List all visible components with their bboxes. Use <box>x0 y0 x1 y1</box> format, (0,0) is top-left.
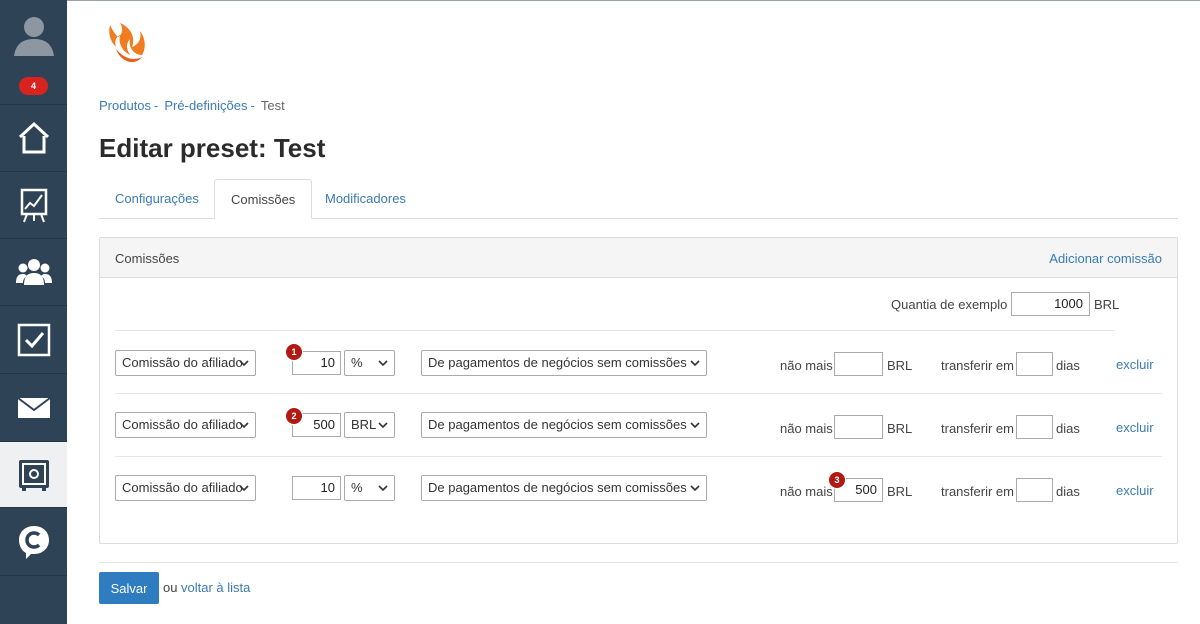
example-currency: BRL <box>1094 297 1120 312</box>
transfer-label: transferir em <box>941 484 1014 499</box>
commission-type-select[interactable]: Comissão do afiliado <box>115 350 256 376</box>
days-label: dias <box>1056 421 1080 436</box>
save-button[interactable]: Salvar <box>99 572 159 604</box>
annotation-marker: 1 <box>286 344 302 360</box>
transfer-days-input[interactable] <box>1016 415 1053 439</box>
divider <box>115 456 1162 457</box>
tab-configuracoes[interactable]: Configurações <box>99 179 215 219</box>
commission-type-value: Comissão do afiliado <box>122 480 243 495</box>
commission-source-value: De pagamentos de negócios sem comissões <box>428 355 687 370</box>
days-label: dias <box>1056 484 1080 499</box>
delete-link[interactable]: excluir <box>1116 420 1154 435</box>
days-label: dias <box>1056 358 1080 373</box>
max-currency: BRL <box>887 358 913 373</box>
tab-comissoes[interactable]: Comissões <box>214 179 313 219</box>
transfer-label: transferir em <box>941 358 1014 373</box>
commission-type-select[interactable]: Comissão do afiliado <box>115 412 256 438</box>
divider <box>115 393 1162 394</box>
commission-source-value: De pagamentos de negócios sem comissões <box>428 480 687 495</box>
add-commission-link[interactable]: Adicionar comissão <box>1049 251 1162 266</box>
chevron-down-icon <box>239 360 249 367</box>
notification-badge[interactable]: 4 <box>19 77 48 95</box>
chevron-down-icon <box>239 485 249 492</box>
breadcrumb-separator: - <box>154 98 159 113</box>
breadcrumb: Produtos - Pré-definições - Test <box>99 98 285 113</box>
sidebar-item-users[interactable] <box>0 239 67 306</box>
divider <box>99 562 1178 563</box>
users-group-icon <box>15 259 52 285</box>
annotation-marker: 2 <box>286 408 302 424</box>
commission-source-select[interactable]: De pagamentos de negócios sem comissões <box>421 412 707 438</box>
divider <box>115 330 1115 331</box>
panel-title: Comissões <box>115 251 180 266</box>
max-amount-input[interactable] <box>834 415 883 439</box>
annotation-marker: 3 <box>829 472 845 488</box>
chevron-down-icon <box>690 422 700 429</box>
page-title: Editar preset: Test <box>99 133 326 163</box>
commission-type-value: Comissão do afiliado <box>122 417 243 432</box>
sidebar-item-products[interactable] <box>0 442 67 508</box>
sidebar: 4 <box>0 0 67 624</box>
sidebar-item-chat[interactable] <box>0 508 67 576</box>
home-icon <box>18 121 49 154</box>
example-amount-label: Quantia de exemplo <box>891 297 1008 312</box>
top-border <box>67 0 1200 1</box>
commission-source-select[interactable]: De pagamentos de negócios sem comissões <box>421 475 707 501</box>
breadcrumb-current: Test <box>260 98 285 113</box>
or-text: ou <box>163 580 178 595</box>
breadcrumb-link-presets[interactable]: Pré-definições <box>164 98 247 113</box>
transfer-days-input[interactable] <box>1016 352 1053 376</box>
chevron-down-icon <box>378 485 388 492</box>
chevron-down-icon <box>690 485 700 492</box>
max-amount-input[interactable] <box>834 352 883 376</box>
tab-modificadores[interactable]: Modificadores <box>309 179 422 219</box>
checkbox-icon <box>17 323 50 356</box>
transfer-days-input[interactable] <box>1016 478 1053 502</box>
delete-link[interactable]: excluir <box>1116 357 1154 372</box>
panel-header: Comissões Adicionar comissão <box>100 238 1177 278</box>
chevron-down-icon <box>378 360 388 367</box>
back-to-list-link[interactable]: voltar à lista <box>181 580 250 595</box>
max-label: não mais <box>780 421 833 436</box>
commission-value-input[interactable]: 10 <box>292 476 341 500</box>
sidebar-item-mail[interactable] <box>0 374 67 442</box>
commission-source-value: De pagamentos de negócios sem comissões <box>428 417 687 432</box>
sidebar-item-home[interactable] <box>0 104 67 172</box>
chevron-down-icon <box>690 360 700 367</box>
mail-icon <box>16 396 51 418</box>
commission-source-select[interactable]: De pagamentos de negócios sem comissões <box>421 350 707 376</box>
max-label: não mais <box>780 358 833 373</box>
commission-type-select[interactable]: Comissão do afiliado <box>115 475 256 501</box>
user-avatar-button[interactable] <box>0 0 67 70</box>
chart-board-icon <box>20 188 47 223</box>
breadcrumb-separator: - <box>250 98 255 113</box>
max-currency: BRL <box>887 484 913 499</box>
sidebar-item-reports[interactable] <box>0 172 67 239</box>
sidebar-item-tasks[interactable] <box>0 306 67 374</box>
commission-unit-select[interactable]: % <box>344 350 395 376</box>
transfer-label: transferir em <box>941 421 1014 436</box>
commission-unit-select[interactable]: BRL <box>344 412 395 438</box>
breadcrumb-link-products[interactable]: Produtos <box>99 98 151 113</box>
delete-link[interactable]: excluir <box>1116 483 1154 498</box>
user-avatar-icon <box>13 17 54 56</box>
commission-unit-select[interactable]: % <box>344 475 395 501</box>
chevron-down-icon <box>239 422 249 429</box>
brand-logo <box>109 23 145 63</box>
chevron-down-icon <box>378 422 388 429</box>
example-amount-input[interactable]: 1000 <box>1011 292 1090 316</box>
chat-c-icon <box>18 525 49 559</box>
max-label: não mais <box>780 484 833 499</box>
tab-bar: Configurações Comissões Modificadores <box>99 179 1178 219</box>
commission-type-value: Comissão do afiliado <box>122 355 243 370</box>
safe-settings-icon <box>18 459 49 491</box>
max-currency: BRL <box>887 421 913 436</box>
